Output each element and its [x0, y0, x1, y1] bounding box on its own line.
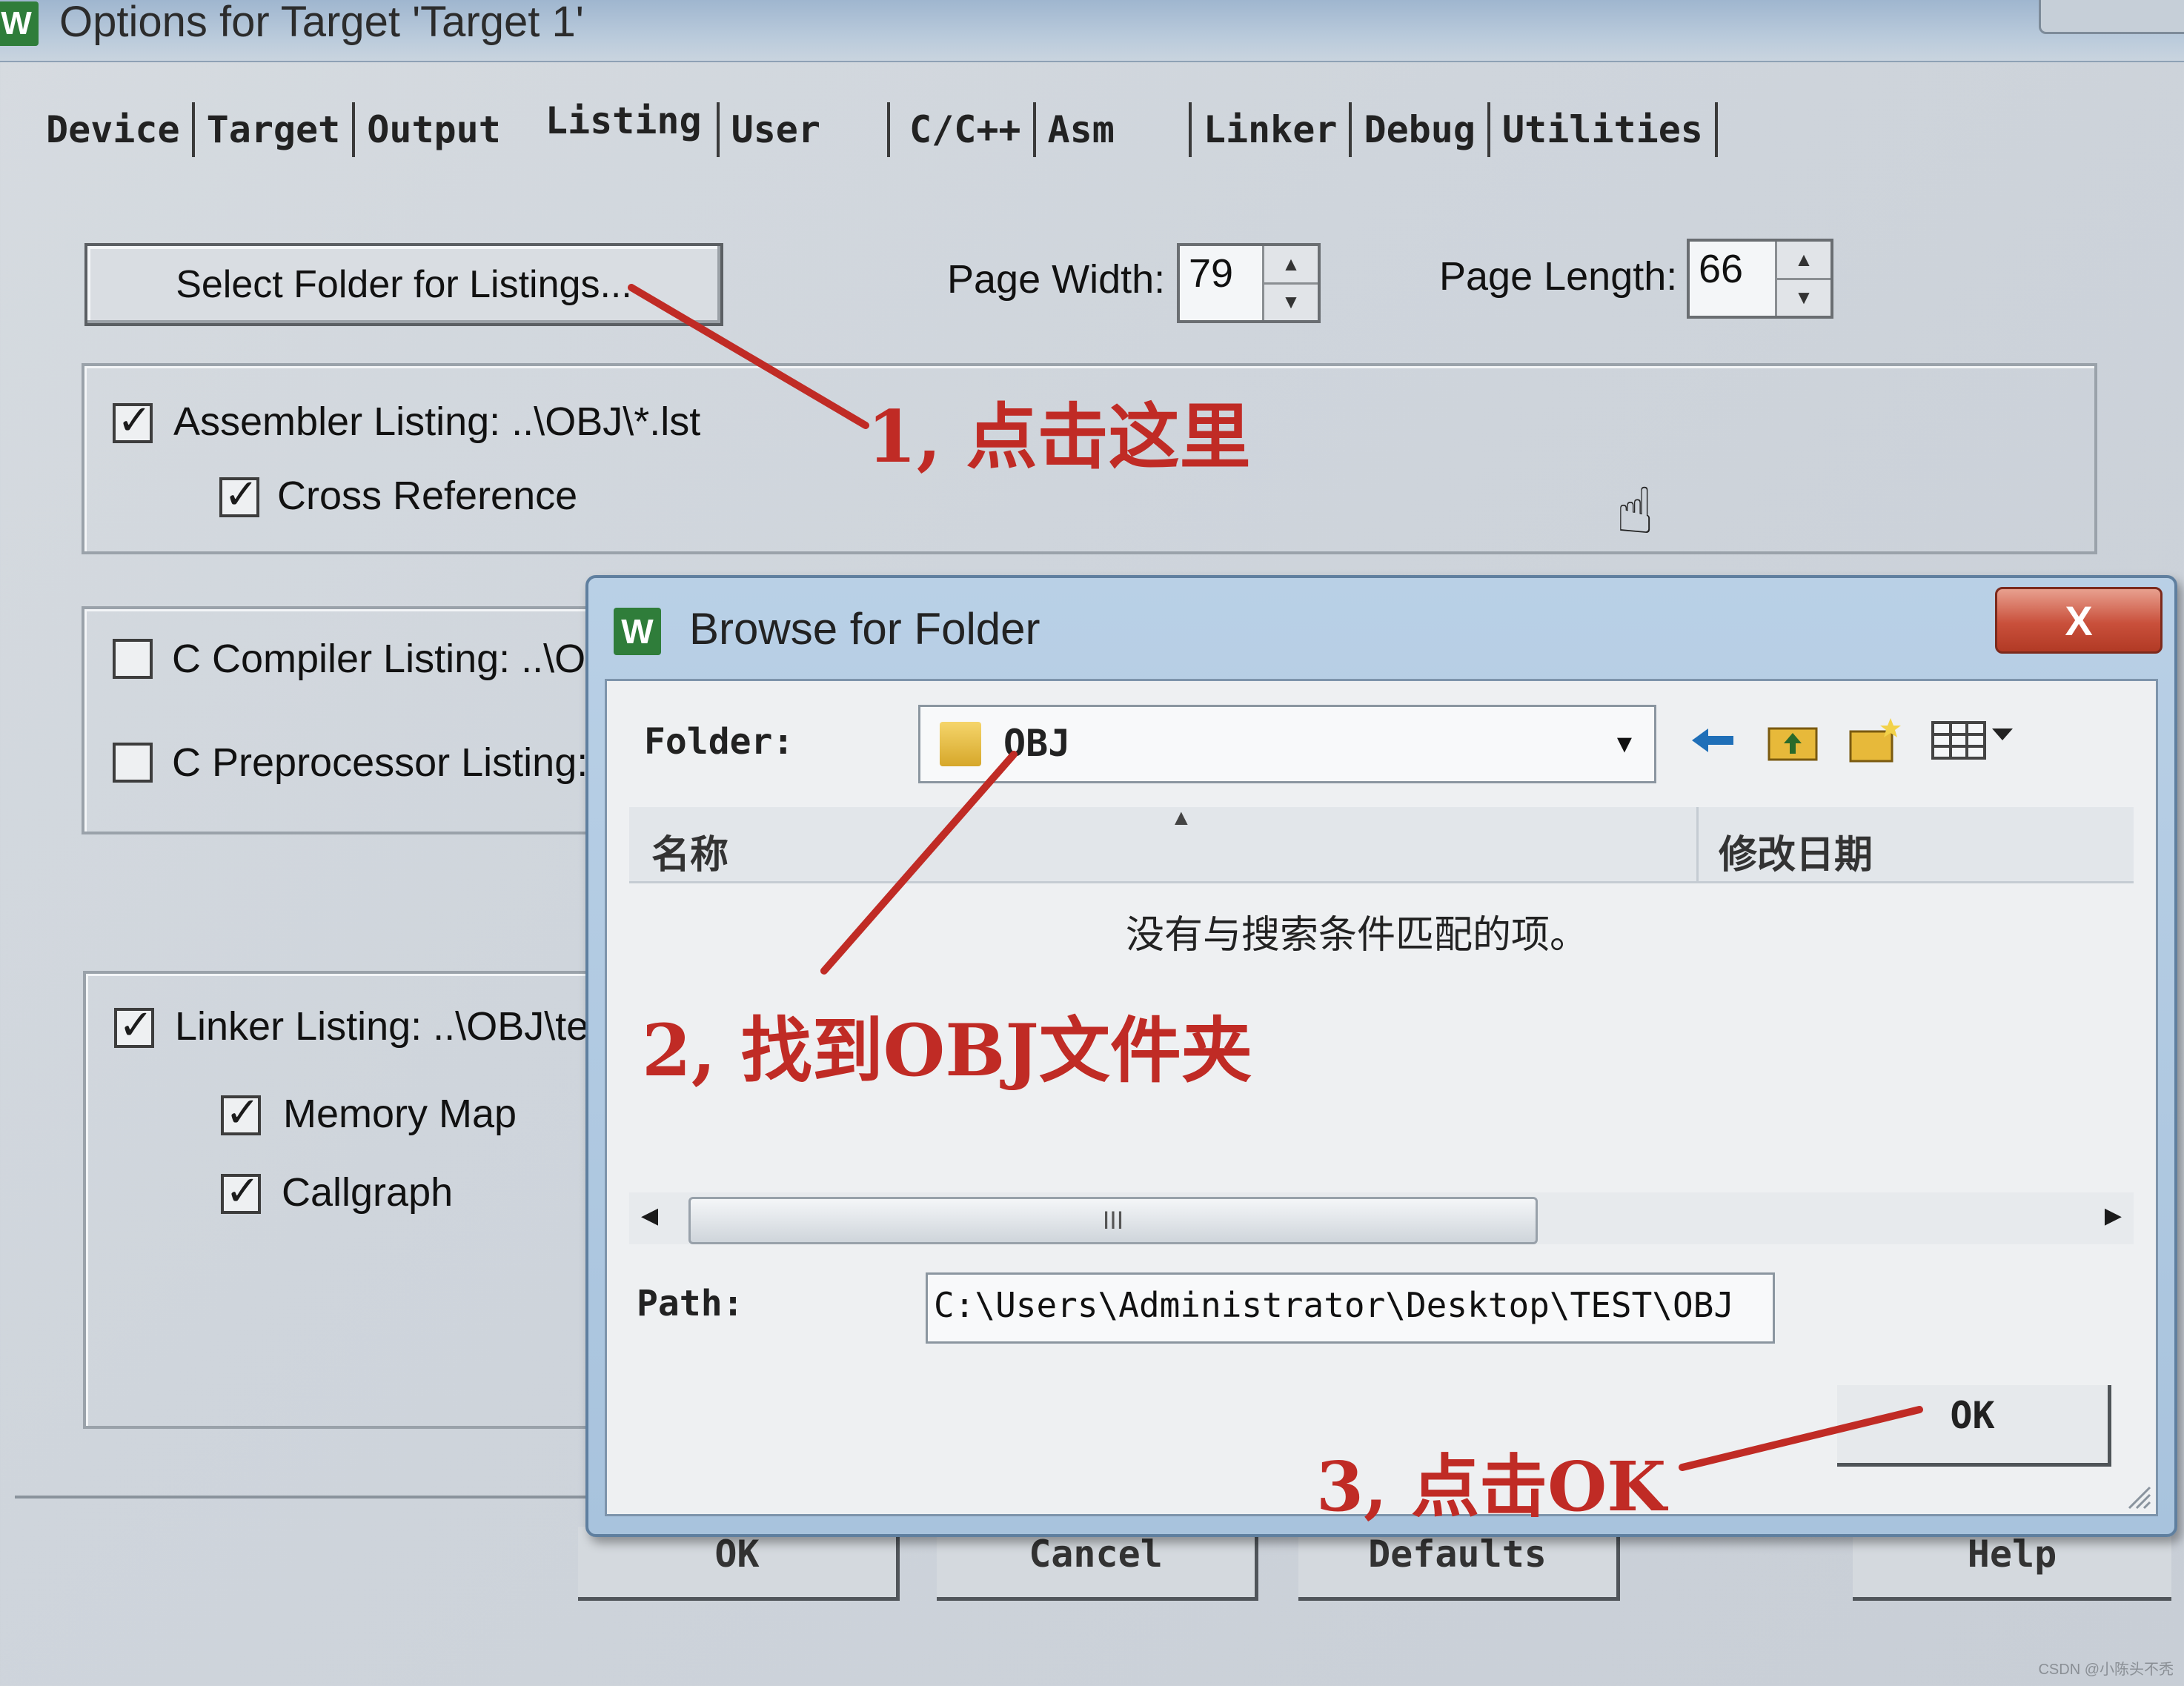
annotation-step-2: 2, 找到OBJ文件夹 — [642, 1009, 1252, 1092]
callgraph-checkbox[interactable]: ✓ — [221, 1167, 261, 1214]
page-width-value: 79 — [1189, 251, 1234, 296]
column-header-modified-date[interactable]: 修改日期 — [1719, 823, 1873, 879]
resize-grip-icon[interactable] — [2122, 1480, 2151, 1510]
tab-cpp[interactable]: C/C++ — [890, 102, 1036, 157]
horizontal-scrollbar[interactable]: ◀ III ▶ — [629, 1192, 2134, 1244]
page-length-spinner[interactable]: 66 ▲ ▼ — [1687, 239, 1833, 319]
page-length-arrows[interactable]: ▲ ▼ — [1775, 242, 1830, 316]
tab-bar: Device Target Output Listing User C/C++ … — [34, 96, 1718, 163]
callgraph-label: Callgraph — [282, 1170, 454, 1215]
page-length-label: Page Length: — [1439, 254, 1678, 299]
check-icon: ✓ — [117, 396, 152, 443]
linker-listing-checkbox[interactable]: ✓ — [114, 1001, 154, 1048]
scroll-grip: III — [1102, 1206, 1124, 1235]
spin-up-icon[interactable]: ▲ — [1264, 246, 1318, 282]
folder-label: Folder: — [644, 721, 794, 763]
defaults-button[interactable]: Defaults — [1298, 1527, 1620, 1601]
memory-map-checkbox[interactable]: ✓ — [221, 1089, 261, 1135]
path-value: C:\Users\Administrator\Desktop\TEST\OBJ — [934, 1285, 1735, 1325]
app-icon: W — [0, 1, 39, 46]
tab-utilities[interactable]: Utilities — [1490, 102, 1718, 157]
scroll-thumb[interactable]: III — [688, 1197, 1538, 1244]
help-button[interactable]: Help — [1853, 1527, 2171, 1601]
page-width-arrows[interactable]: ▲ ▼ — [1262, 246, 1318, 320]
column-header-name[interactable]: 名称 — [651, 823, 728, 879]
new-folder-icon[interactable] — [1845, 711, 1904, 770]
select-folder-label: Select Folder for Listings... — [176, 263, 632, 306]
tab-debug[interactable]: Debug — [1352, 102, 1490, 157]
page-length-value: 66 — [1699, 247, 1744, 291]
close-icon: X — [2065, 597, 2093, 644]
c-compiler-listing-checkbox[interactable] — [113, 639, 153, 679]
check-icon: ✓ — [225, 1167, 260, 1214]
spin-down-icon[interactable]: ▼ — [1264, 282, 1318, 321]
dialog-close-button[interactable]: X — [1995, 587, 2163, 654]
dialog-app-icon: W — [614, 608, 661, 655]
annotation-step-3: 3, 点击OK — [1316, 1447, 1667, 1527]
chevron-down-icon[interactable]: ▼ — [1595, 707, 1654, 781]
ok-button[interactable]: OK — [578, 1527, 900, 1601]
spin-down-icon[interactable]: ▼ — [1777, 277, 1830, 316]
folder-dropdown-value: OBJ — [1003, 722, 1071, 765]
cross-reference-checkbox[interactable]: ✓ — [219, 471, 259, 517]
cancel-button[interactable]: Cancel — [937, 1527, 1258, 1601]
tab-device[interactable]: Device — [34, 102, 195, 157]
annotation-step-1: 1, 点击这里 — [867, 395, 1251, 479]
tab-listing[interactable]: Listing — [516, 93, 717, 148]
c-preprocessor-listing-checkbox[interactable] — [113, 743, 153, 783]
view-menu-icon[interactable] — [1926, 711, 2022, 770]
c-compiler-listing-label: C Compiler Listing: ..\OI — [172, 637, 597, 681]
check-icon: ✓ — [119, 1001, 153, 1048]
watermark: CSDN @小陈头不秃 — [2038, 1662, 2174, 1678]
scroll-left-icon[interactable]: ◀ — [641, 1203, 658, 1229]
tab-asm[interactable]: Asm — [1036, 102, 1192, 157]
page-width-spinner[interactable]: 79 ▲ ▼ — [1177, 243, 1321, 323]
spin-up-icon[interactable]: ▲ — [1777, 242, 1830, 278]
folder-icon — [940, 722, 981, 766]
linker-listing-label: Linker Listing: ..\OBJ\te — [175, 1004, 589, 1049]
scroll-right-icon[interactable]: ▶ — [2105, 1203, 2122, 1229]
page-width-label: Page Width: — [947, 257, 1166, 302]
file-list-header: 名称 ▲ 修改日期 — [629, 806, 2134, 883]
cross-reference-label: Cross Reference — [277, 474, 578, 518]
select-folder-for-listings-button[interactable]: Select Folder for Listings... — [84, 243, 723, 326]
folder-dropdown[interactable]: OBJ ▼ — [918, 705, 1656, 783]
c-preprocessor-listing-label: C Preprocessor Listing: — [172, 740, 588, 785]
tab-target[interactable]: Target — [195, 102, 356, 157]
tab-linker[interactable]: Linker — [1192, 102, 1352, 157]
sort-ascending-icon: ▲ — [1170, 806, 1192, 830]
tab-user[interactable]: User — [716, 102, 891, 157]
assembler-listing-checkbox[interactable]: ✓ — [113, 396, 153, 443]
window-title: Options for Target 'Target 1' — [59, 0, 584, 46]
empty-list-message: 没有与搜索条件匹配的项。 — [1126, 914, 1589, 957]
dialog-title: Browse for Folder — [689, 604, 1040, 654]
dialog-body: Folder: OBJ ▼ 名称 ▲ 修改日期 没有与搜索条件匹配的项。 ◀ I… — [605, 679, 2158, 1516]
tab-output[interactable]: Output — [355, 102, 516, 157]
check-icon: ✓ — [224, 471, 259, 517]
path-label: Path: — [637, 1283, 744, 1324]
hand-cursor-icon: ☝ — [1616, 476, 1655, 547]
window-title-bar: W Options for Target 'Target 1' — [0, 0, 2184, 62]
up-folder-icon[interactable] — [1763, 711, 1822, 770]
path-field[interactable]: C:\Users\Administrator\Desktop\TEST\OBJ — [926, 1272, 1775, 1344]
column-separator[interactable] — [1696, 807, 1699, 881]
window-close-button[interactable] — [2039, 0, 2184, 34]
memory-map-label: Memory Map — [283, 1092, 517, 1136]
back-arrow-icon[interactable] — [1683, 711, 1742, 770]
dialog-ok-button[interactable]: OK — [1837, 1385, 2111, 1467]
assembler-listing-label: Assembler Listing: ..\OBJ\*.lst — [173, 399, 701, 444]
check-icon: ✓ — [225, 1089, 260, 1135]
